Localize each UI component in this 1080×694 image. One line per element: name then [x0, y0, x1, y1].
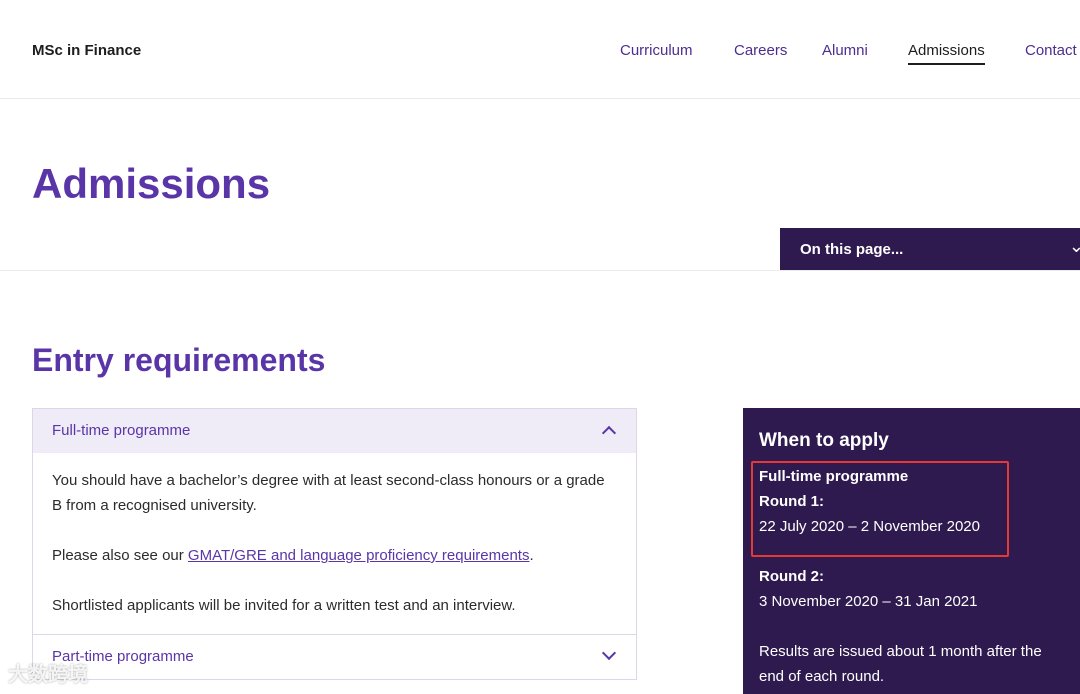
on-this-page-label: On this page...	[800, 241, 904, 258]
accordion-header-full-time[interactable]: Full-time programme	[33, 409, 636, 453]
accordion-title: Full-time programme	[52, 422, 191, 439]
results-text: Results are issued about 1 month after t…	[759, 643, 1042, 685]
entry-requirements-accordion: Full-time programme You should have a ba…	[32, 408, 637, 680]
nav-link-contact[interactable]: Contact	[1025, 42, 1077, 59]
nav-link-careers[interactable]: Careers	[734, 42, 787, 59]
nav-link-admissions[interactable]: Admissions	[908, 42, 985, 65]
main-nav: Curriculum Careers Alumni Admissions Con…	[0, 42, 1080, 72]
round2-dates: 3 November 2020 – 31 Jan 2021	[759, 593, 978, 610]
round2-label: Round 2:	[759, 568, 824, 585]
chevron-down-icon: ⌄	[1068, 236, 1080, 256]
gmat-gre-requirements-link[interactable]: GMAT/GRE and language proficiency requir…	[188, 547, 530, 564]
when-to-apply-title: When to apply	[759, 430, 889, 451]
site-header: MSc in Finance Curriculum Careers Alumni…	[0, 0, 1080, 99]
shortlist-text: Shortlisted applicants will be invited f…	[52, 597, 516, 614]
see-also-text: Please also see our GMAT/GRE and languag…	[52, 543, 617, 568]
accordion-body-full-time: You should have a bachelor’s degree with…	[33, 453, 636, 634]
chevron-up-icon	[601, 425, 617, 441]
see-also-prefix: Please also see our	[52, 547, 188, 564]
highlight-annotation	[751, 461, 1009, 557]
chevron-down-icon	[601, 645, 617, 661]
nav-link-curriculum[interactable]: Curriculum	[620, 42, 693, 59]
section-title-entry-requirements: Entry requirements	[32, 342, 326, 378]
page-title: Admissions	[32, 160, 271, 207]
hero-divider	[0, 270, 1080, 271]
on-this-page-toggle[interactable]: On this page... ⌄	[780, 228, 1080, 270]
see-also-suffix: .	[529, 547, 534, 564]
watermark: 大数跨境	[8, 664, 88, 686]
accordion-header-part-time[interactable]: Part-time programme	[33, 634, 636, 679]
degree-requirement-text: You should have a bachelor’s degree with…	[52, 472, 605, 514]
nav-link-alumni[interactable]: Alumni	[822, 42, 868, 59]
